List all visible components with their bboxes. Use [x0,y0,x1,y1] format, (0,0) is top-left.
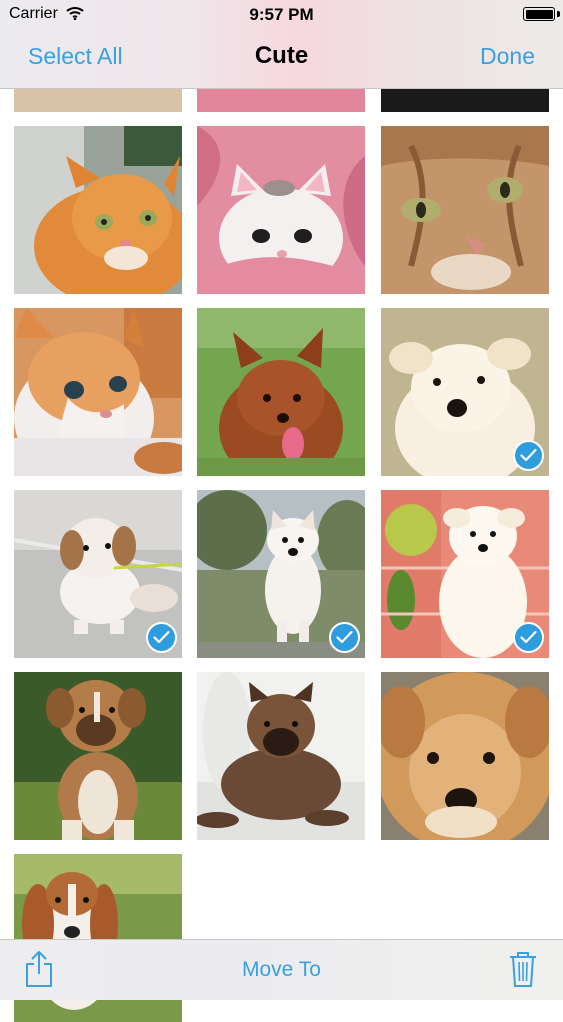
photo-tile[interactable] [14,308,182,476]
photo-tile[interactable] [197,308,365,476]
photo-tile[interactable] [197,490,365,658]
status-bar: Carrier 9:57 PM [0,0,563,30]
checkmark-icon [513,622,544,653]
photo-tile[interactable] [381,126,549,294]
checkmark-icon [329,622,360,653]
checkmark-icon [146,622,177,653]
navigation-bar: Carrier 9:57 PM Select All Cute Done [0,0,563,89]
photo-tile[interactable] [381,490,549,658]
battery-tip [557,11,560,17]
photo-grid [0,0,563,1022]
status-clock: 9:57 PM [249,5,314,24]
move-to-button[interactable]: Move To [242,958,321,981]
photo-tile[interactable] [14,490,182,658]
photo-tile[interactable] [197,126,365,294]
photo-tile[interactable] [14,672,182,840]
photo-tile[interactable] [14,126,182,294]
photo-tile[interactable] [381,672,549,840]
photo-tile[interactable] [381,308,549,476]
battery-icon [523,7,555,21]
bottom-toolbar: Move To [0,939,563,1000]
share-icon[interactable] [25,950,53,993]
select-all-button[interactable]: Select All [28,43,123,70]
photo-tile[interactable] [197,672,365,840]
trash-icon[interactable] [509,950,537,993]
checkmark-icon [513,440,544,471]
done-button[interactable]: Done [480,43,535,70]
